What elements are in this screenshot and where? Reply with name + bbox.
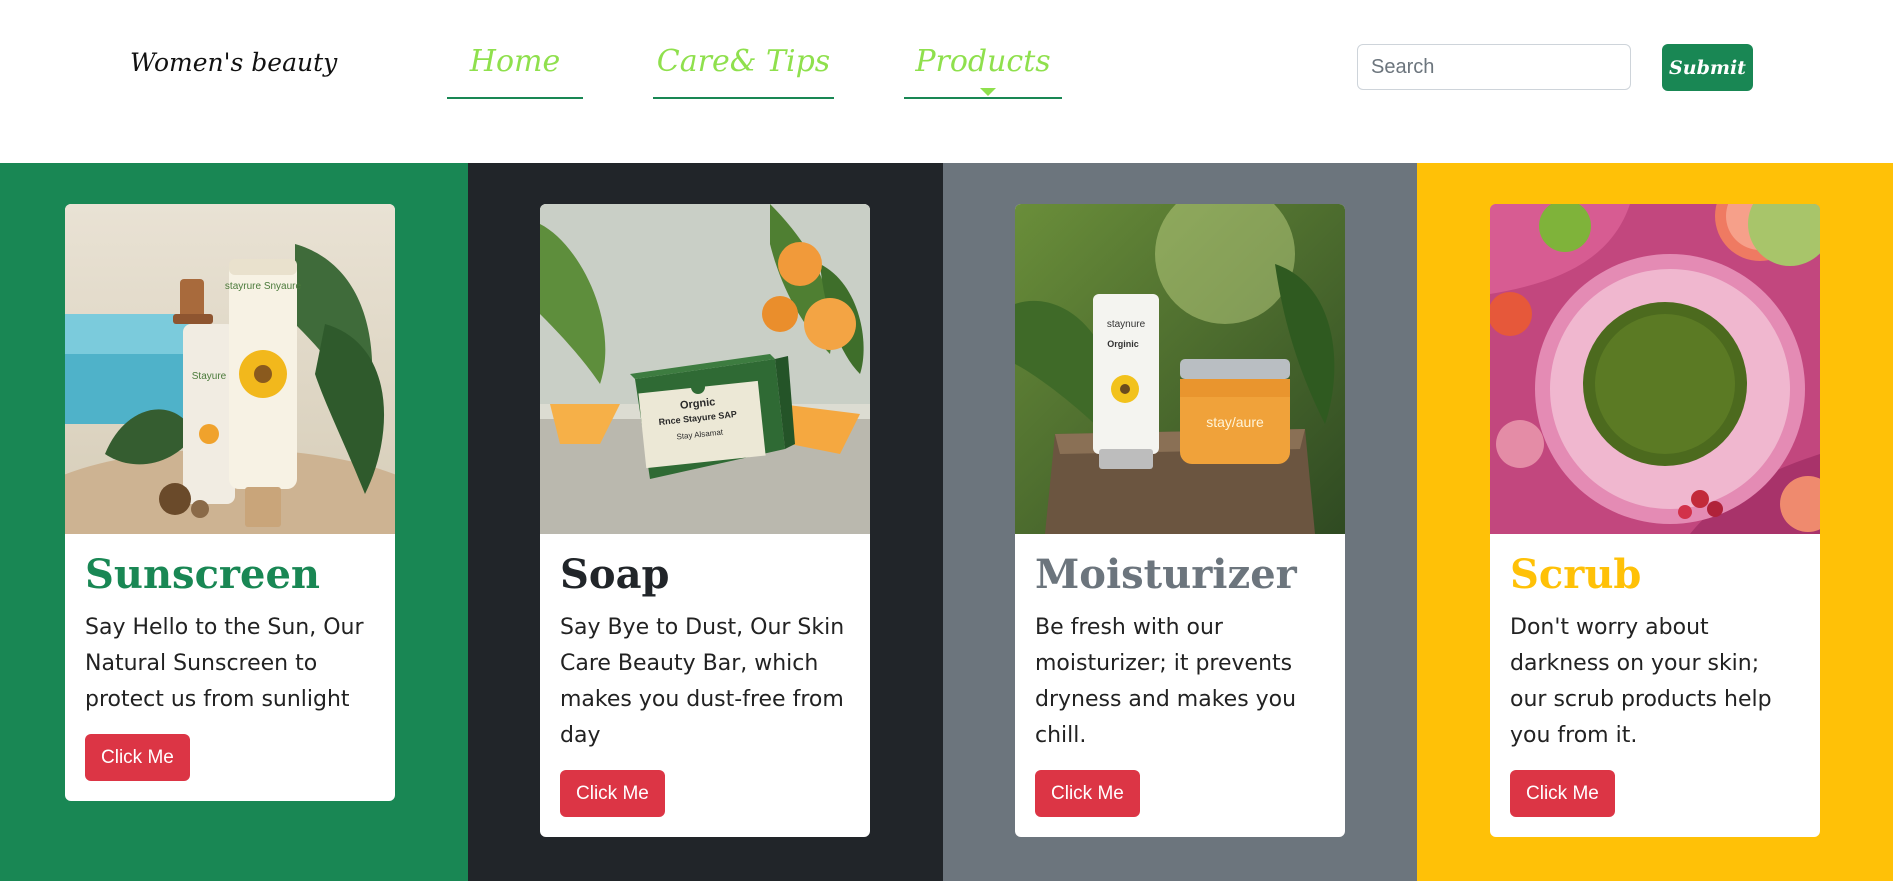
caret-down-icon	[980, 88, 996, 96]
card-body-scrub: Scrub Don't worry about darkness on your…	[1490, 534, 1820, 837]
card-text-sunscreen: Say Hello to the Sun, Our Natural Sunscr…	[85, 615, 364, 712]
click-me-button-sunscreen[interactable]: Click Me	[85, 734, 190, 781]
card-body-moisturizer: Moisturizer Be fresh with our moisturize…	[1015, 534, 1345, 837]
moisturizer-product-image: staynure Orginic stay/aure	[1015, 204, 1345, 534]
sunscreen-bottle-label: Stayure	[192, 371, 227, 382]
product-card-sunscreen: Stayure stayrure Snyaure Sunscreen Say H…	[65, 204, 395, 801]
panel-sunscreen: Stayure stayrure Snyaure Sunscreen Say H…	[0, 163, 468, 881]
moisturizer-photo: staynure Orginic stay/aure	[1015, 204, 1345, 534]
click-me-button-soap[interactable]: Click Me	[560, 770, 665, 817]
scrub-photo	[1490, 204, 1820, 534]
sunscreen-tube-label: stayrure Snyaure	[225, 281, 302, 292]
product-card-moisturizer: staynure Orginic stay/aure Moisturizer B…	[1015, 204, 1345, 837]
product-panels: Stayure stayrure Snyaure Sunscreen Say H…	[0, 163, 1893, 881]
click-me-button-scrub[interactable]: Click Me	[1510, 770, 1615, 817]
soap-photo: Orgnic Rnce Stayure SAP Stay Alsamat	[540, 204, 870, 534]
brand-logo[interactable]: Women's beauty	[130, 48, 337, 77]
card-title-scrub: Scrub	[1510, 551, 1642, 598]
submit-button[interactable]: Submit	[1662, 44, 1753, 91]
nav-link-products-label: Products	[915, 44, 1051, 79]
moisturizer-tube-brand: staynure	[1107, 319, 1146, 330]
card-body-soap: Soap Say Bye to Dust, Our Skin Care Beau…	[540, 534, 870, 837]
product-card-scrub: Scrub Don't worry about darkness on your…	[1490, 204, 1820, 837]
navbar: Women's beauty Home Care& Tips Products …	[0, 0, 1893, 163]
search-input[interactable]	[1357, 44, 1631, 90]
card-body-sunscreen: Sunscreen Say Hello to the Sun, Our Natu…	[65, 534, 395, 801]
nav-link-home[interactable]: Home	[447, 44, 583, 99]
sunscreen-photo: Stayure stayrure Snyaure	[65, 204, 395, 534]
nav-link-home-label: Home	[469, 44, 561, 79]
panel-moisturizer: staynure Orginic stay/aure Moisturizer B…	[943, 163, 1417, 881]
soap-product-image: Orgnic Rnce Stayure SAP Stay Alsamat	[540, 204, 870, 534]
sunscreen-product-image: Stayure stayrure Snyaure	[65, 204, 395, 534]
nav-dropdown-products[interactable]: Products	[904, 44, 1062, 99]
card-title-sunscreen: Sunscreen	[85, 551, 320, 598]
card-text-soap: Say Bye to Dust, Our Skin Care Beauty Ba…	[560, 615, 845, 748]
card-title-soap: Soap	[560, 551, 670, 598]
card-title-moisturizer: Moisturizer	[1035, 551, 1297, 598]
scrub-product-image	[1490, 204, 1820, 534]
click-me-button-moisturizer[interactable]: Click Me	[1035, 770, 1140, 817]
moisturizer-tube-name: Orginic	[1107, 339, 1139, 349]
panel-scrub: Scrub Don't worry about darkness on your…	[1417, 163, 1893, 881]
card-text-scrub: Don't worry about darkness on your skin;…	[1510, 615, 1772, 748]
product-card-soap: Orgnic Rnce Stayure SAP Stay Alsamat Soa…	[540, 204, 870, 837]
nav-link-care-tips-label: Care& Tips	[656, 44, 831, 79]
moisturizer-jar-brand: stay/aure	[1206, 414, 1264, 430]
panel-soap: Orgnic Rnce Stayure SAP Stay Alsamat Soa…	[468, 163, 943, 881]
card-text-moisturizer: Be fresh with our moisturizer; it preven…	[1035, 615, 1297, 748]
nav-link-care-tips[interactable]: Care& Tips	[653, 44, 834, 99]
